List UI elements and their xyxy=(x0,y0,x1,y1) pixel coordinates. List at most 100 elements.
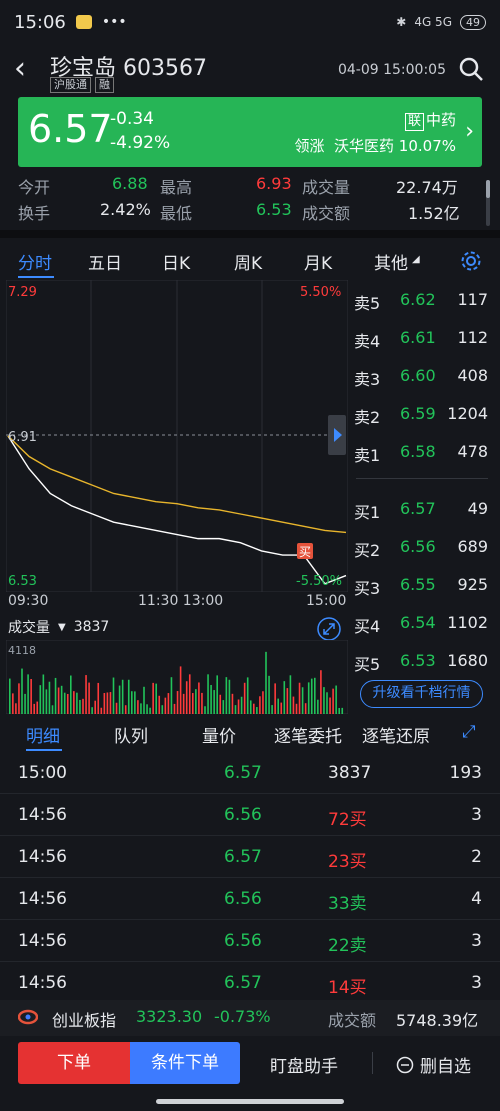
volume-bar xyxy=(201,692,203,714)
volume-bar xyxy=(231,693,234,714)
volume-bar xyxy=(176,691,179,714)
volume-bar xyxy=(76,692,78,714)
trade-time: 14:56 xyxy=(18,931,67,951)
top-price-label: 7.29 xyxy=(8,285,37,300)
trade-vol: 14买 xyxy=(328,978,367,998)
trade-count: 3 xyxy=(471,931,482,951)
volume-label: 成交量 xyxy=(302,178,351,197)
back-icon[interactable]: ‹ xyxy=(14,54,26,84)
index-value: 3323.30 xyxy=(136,1007,203,1026)
trade-row: 14:56 6.57 14买 3 xyxy=(0,962,500,1004)
volume-bar xyxy=(222,700,225,714)
tab-intraday[interactable]: 分时 xyxy=(18,249,52,274)
bid-row-2: 买2 6.56 689 xyxy=(350,533,500,563)
order-button[interactable]: 下单 xyxy=(18,1042,130,1084)
volume-bar xyxy=(9,678,11,714)
trade-row: 14:56 6.56 33卖 4 xyxy=(0,878,500,920)
upgrade-button[interactable]: 升级看千档行情 xyxy=(360,680,483,708)
volume-bar xyxy=(149,707,151,714)
fullscreen-icon[interactable]: ⤢ xyxy=(462,722,476,742)
trade-time: 14:56 xyxy=(18,889,67,909)
volume-bar xyxy=(256,707,258,714)
trade-price: 6.56 xyxy=(224,889,262,909)
expand-icon[interactable] xyxy=(316,616,342,642)
volume-bar xyxy=(30,678,32,714)
ask-row-4: 卖2 6.59 1204 xyxy=(350,400,500,430)
volume-bar xyxy=(91,707,93,714)
bid-row-5: 买5 6.53 1680 xyxy=(350,647,500,677)
volume-bar xyxy=(286,688,289,714)
top-pct-label: 5.50% xyxy=(300,285,341,300)
tab-queue[interactable]: 队列 xyxy=(114,722,148,747)
bid-label: 买4 xyxy=(354,617,381,636)
time-mid: 11:30 13:00 xyxy=(138,593,224,609)
bid-price: 6.57 xyxy=(400,499,436,518)
volume-bar xyxy=(332,688,334,714)
network-indicator: 4G 5G xyxy=(414,15,452,29)
ask-price: 6.58 xyxy=(400,442,436,461)
watch-helper-button[interactable]: 盯盘助手 xyxy=(270,1052,338,1077)
bid-price: 6.55 xyxy=(400,575,436,594)
volume-bar xyxy=(216,675,218,714)
time-axis: 09:30 11:30 13:00 15:00 xyxy=(6,592,348,612)
volume-bar xyxy=(307,682,310,714)
trade-vol: 33卖 xyxy=(328,894,367,914)
search-icon[interactable] xyxy=(458,56,484,82)
volume-bar xyxy=(295,703,298,714)
ask-price: 6.61 xyxy=(400,328,436,347)
action-bar: 下单 条件下单 盯盘助手 删自选 xyxy=(0,1040,500,1086)
volume-bar xyxy=(341,707,344,714)
bid-volume: 1680 xyxy=(447,651,488,670)
high-label: 最高 xyxy=(160,178,193,197)
tab-monthly-k[interactable]: 月K xyxy=(304,249,332,274)
trade-count: 3 xyxy=(471,973,482,993)
volume-bar xyxy=(170,677,173,714)
tab-weekly-k[interactable]: 周K xyxy=(234,249,262,274)
volume-bar xyxy=(97,682,100,714)
volume-bar xyxy=(192,693,194,714)
settings-icon[interactable] xyxy=(460,250,482,272)
volume-bar xyxy=(210,684,212,714)
volume-bar xyxy=(143,686,145,714)
intraday-chart[interactable]: 7.29 5.50% 6.91 6.53 -5.50% 买 xyxy=(5,279,349,593)
index-ticker[interactable]: 创业板指 3323.30 -0.73% 成交额 5748.39亿 xyxy=(0,1000,500,1036)
stats-scrollbar[interactable] xyxy=(486,180,490,226)
battery-indicator: 49 xyxy=(460,14,486,30)
open-value: 6.88 xyxy=(112,174,148,193)
minus-circle-icon xyxy=(396,1056,414,1073)
volume-label: 成交量 xyxy=(8,620,50,636)
tab-trade-replay[interactable]: 逐笔还原 xyxy=(362,722,430,747)
volume-bar xyxy=(88,682,90,714)
price-banner[interactable]: 6.57 -0.34 -4.92% 联中药 领涨 沃华医药 10.07% › xyxy=(18,97,482,167)
tab-detail[interactable]: 明细 xyxy=(26,722,60,747)
ask-row-1: 卖5 6.62 117 xyxy=(350,286,500,316)
volume-bar xyxy=(253,703,255,714)
ask-label: 卖5 xyxy=(354,294,381,313)
volume-bar xyxy=(207,674,209,714)
tab-five-day[interactable]: 五日 xyxy=(88,249,122,274)
tab-other[interactable]: 其他 xyxy=(374,249,408,274)
volume-bar xyxy=(27,674,29,714)
volume-bar xyxy=(15,703,17,714)
ask-label: 卖4 xyxy=(354,332,381,351)
tab-daily-k[interactable]: 日K xyxy=(162,249,190,274)
low-label: 最低 xyxy=(160,204,193,223)
tab-order-by-order[interactable]: 逐笔委托 xyxy=(274,722,342,747)
volume-bar xyxy=(39,685,42,714)
bluetooth-icon: ✱ xyxy=(396,15,407,29)
tab-volume-price[interactable]: 量价 xyxy=(202,722,236,747)
reference-price-label: 6.91 xyxy=(8,430,37,445)
volume-bar xyxy=(161,705,164,714)
trade-row: 14:56 6.57 23买 2 xyxy=(0,836,500,878)
volume-bar xyxy=(259,696,261,714)
sector-name: 中药 xyxy=(425,111,456,129)
volume-bar xyxy=(152,682,154,714)
remove-favorite-button[interactable]: 删自选 xyxy=(396,1052,471,1077)
price-change: -0.34 -4.92% xyxy=(110,107,170,155)
volume-selector[interactable]: 成交量 ▼ 3837 xyxy=(8,617,109,637)
trade-list: 15:00 6.57 3837 193 14:56 6.56 72买 3 14:56 6.57 23… xyxy=(0,752,500,1004)
conditional-order-button[interactable]: 条件下单 xyxy=(130,1042,240,1084)
volume-bar xyxy=(24,693,26,714)
volume-bar xyxy=(94,700,96,714)
trade-count: 4 xyxy=(471,889,482,909)
